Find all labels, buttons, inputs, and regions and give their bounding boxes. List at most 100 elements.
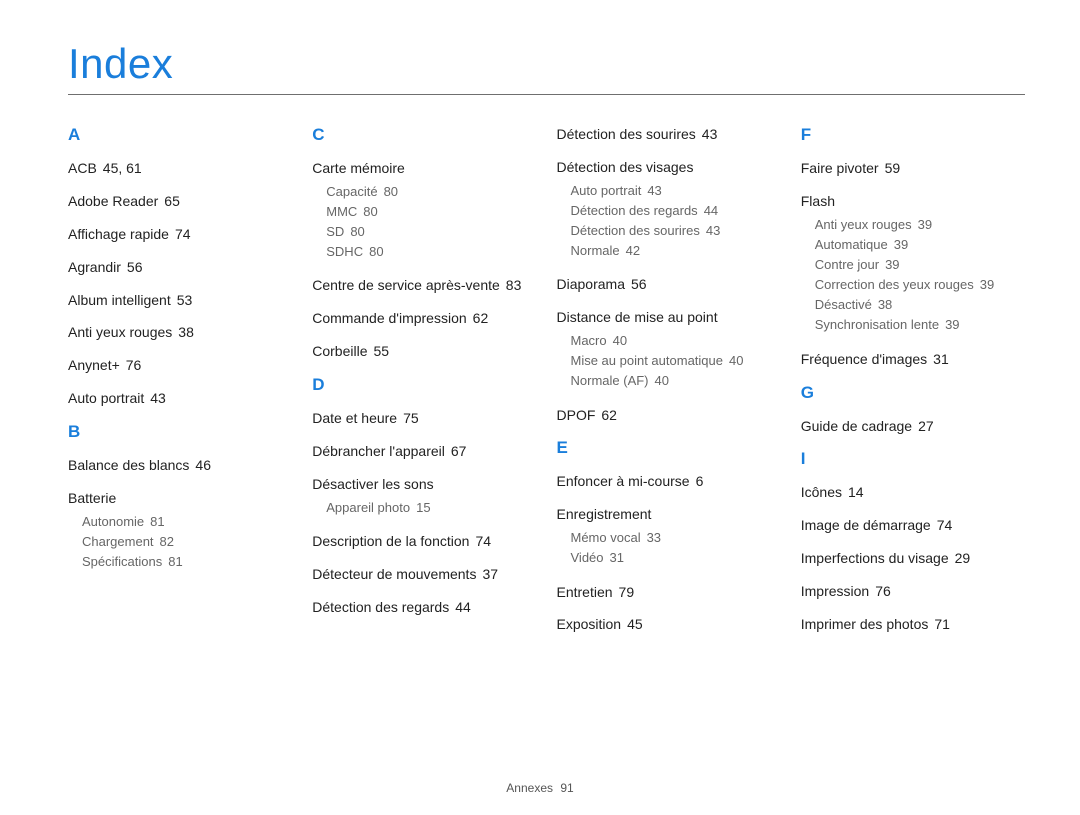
index-entry[interactable]: Icônes14 <box>801 483 1025 502</box>
index-entry[interactable]: Agrandir56 <box>68 258 292 277</box>
index-letter: F <box>801 125 1025 145</box>
index-entry[interactable]: Image de démarrage74 <box>801 516 1025 535</box>
footer-section: Annexes <box>506 781 553 795</box>
index-entry[interactable]: Auto portrait43 <box>68 389 292 408</box>
index-entry[interactable]: Batterie <box>68 489 292 508</box>
index-entry[interactable]: Enfoncer à mi-course6 <box>557 472 781 491</box>
entry-label: Anynet+ <box>68 357 120 373</box>
index-subentry[interactable]: Spécifications81 <box>82 552 292 572</box>
subentry-pages: 80 <box>350 224 364 239</box>
index-page: Index AACB45, 61Adobe Reader65Affichage … <box>0 0 1080 815</box>
index-entry[interactable]: Diaporama56 <box>557 275 781 294</box>
index-subentry[interactable]: Vidéo31 <box>571 548 781 568</box>
index-entry[interactable]: Impression76 <box>801 582 1025 601</box>
subentry-pages: 42 <box>626 243 640 258</box>
index-entry[interactable]: Centre de service après-vente83 <box>312 276 536 295</box>
index-entry[interactable]: Désactiver les sons <box>312 475 536 494</box>
index-entry[interactable]: Enregistrement <box>557 505 781 524</box>
index-entry[interactable]: Guide de cadrage27 <box>801 417 1025 436</box>
index-subentry[interactable]: SD80 <box>326 222 536 242</box>
index-entry[interactable]: Carte mémoire <box>312 159 536 178</box>
subentry-label: Chargement <box>82 534 154 549</box>
index-entry[interactable]: Faire pivoter59 <box>801 159 1025 178</box>
index-subentry[interactable]: Détection des sourires43 <box>571 221 781 241</box>
index-subentry[interactable]: Capacité80 <box>326 182 536 202</box>
index-subentry[interactable]: Normale (AF)40 <box>571 371 781 391</box>
entry-pages: 74 <box>475 533 491 549</box>
index-entry[interactable]: Fréquence d'images31 <box>801 350 1025 369</box>
index-subentry[interactable]: Chargement82 <box>82 532 292 552</box>
index-entry[interactable]: Exposition45 <box>557 615 781 634</box>
index-entry[interactable]: Commande d'impression62 <box>312 309 536 328</box>
index-entry[interactable]: Album intelligent53 <box>68 291 292 310</box>
index-entry[interactable]: Corbeille55 <box>312 342 536 361</box>
index-subentry[interactable]: Désactivé38 <box>815 295 1025 315</box>
entry-pages: 83 <box>506 277 522 293</box>
subentry-pages: 39 <box>945 317 959 332</box>
index-column: CCarte mémoireCapacité80MMC80SD80SDHC80C… <box>312 125 536 648</box>
subentry-label: Normale (AF) <box>571 373 649 388</box>
index-entry[interactable]: DPOF62 <box>557 406 781 425</box>
entry-label: Impression <box>801 583 869 599</box>
subentry-pages: 80 <box>384 184 398 199</box>
entry-label: Enregistrement <box>557 506 652 522</box>
index-subentry[interactable]: Correction des yeux rouges39 <box>815 275 1025 295</box>
subentry-pages: 39 <box>894 237 908 252</box>
index-subentry[interactable]: Normale 42 <box>571 241 781 261</box>
index-subentry[interactable]: Contre jour39 <box>815 255 1025 275</box>
entry-label: Entretien <box>557 584 613 600</box>
index-entry[interactable]: Imperfections du visage29 <box>801 549 1025 568</box>
index-subentry[interactable]: Autonomie81 <box>82 512 292 532</box>
index-entry[interactable]: Flash <box>801 192 1025 211</box>
entry-label: Image de démarrage <box>801 517 931 533</box>
index-entry[interactable]: Détection des regards44 <box>312 598 536 617</box>
entry-label: Imperfections du visage <box>801 550 949 566</box>
subentry-label: Contre jour <box>815 257 879 272</box>
index-subentry[interactable]: Anti yeux rouges39 <box>815 215 1025 235</box>
index-entry[interactable]: Détecteur de mouvements37 <box>312 565 536 584</box>
index-entry[interactable]: Détection des visages <box>557 158 781 177</box>
title-rule <box>68 94 1025 95</box>
subentry-label: Correction des yeux rouges <box>815 277 974 292</box>
entry-pages: 67 <box>451 443 467 459</box>
index-subentry[interactable]: Appareil photo15 <box>326 498 536 518</box>
index-subentry[interactable]: Automatique39 <box>815 235 1025 255</box>
subentry-pages: 39 <box>918 217 932 232</box>
index-subentry[interactable]: SDHC80 <box>326 242 536 262</box>
index-entry[interactable]: Balance des blancs46 <box>68 456 292 475</box>
subentry-pages: 33 <box>647 530 661 545</box>
index-entry[interactable]: Débrancher l'appareil67 <box>312 442 536 461</box>
index-entry[interactable]: Imprimer des photos71 <box>801 615 1025 634</box>
index-subentry[interactable]: Macro40 <box>571 331 781 351</box>
index-entry[interactable]: Description de la fonction74 <box>312 532 536 551</box>
index-subentry[interactable]: MMC80 <box>326 202 536 222</box>
entry-pages: 45, 61 <box>103 160 142 176</box>
index-letter: G <box>801 383 1025 403</box>
entry-pages: 6 <box>696 473 704 489</box>
subentry-label: Normale <box>571 243 620 258</box>
index-subentry[interactable]: Synchronisation lente39 <box>815 315 1025 335</box>
subentry-label: Désactivé <box>815 297 872 312</box>
index-subentry[interactable]: Mise au point automatique40 <box>571 351 781 371</box>
entry-label: Détecteur de mouvements <box>312 566 476 582</box>
index-entry[interactable]: Anynet+76 <box>68 356 292 375</box>
index-entry[interactable]: Entretien79 <box>557 583 781 602</box>
index-subentry[interactable]: Mémo vocal33 <box>571 528 781 548</box>
entry-pages: 75 <box>403 410 419 426</box>
index-entry[interactable]: Distance de mise au point <box>557 308 781 327</box>
subentry-label: Autonomie <box>82 514 144 529</box>
entry-label: Anti yeux rouges <box>68 324 172 340</box>
index-subentry[interactable]: Détection des regards44 <box>571 201 781 221</box>
entry-label: Batterie <box>68 490 116 506</box>
index-entry[interactable]: Affichage rapide74 <box>68 225 292 244</box>
index-column: AACB45, 61Adobe Reader65Affichage rapide… <box>68 125 292 648</box>
index-entry[interactable]: ACB45, 61 <box>68 159 292 178</box>
index-entry[interactable]: Date et heure75 <box>312 409 536 428</box>
index-columns: AACB45, 61Adobe Reader65Affichage rapide… <box>68 125 1025 648</box>
entry-pages: 43 <box>150 390 166 406</box>
subentry-label: Auto portrait <box>571 183 642 198</box>
index-subentry[interactable]: Auto portrait43 <box>571 181 781 201</box>
index-entry[interactable]: Anti yeux rouges38 <box>68 323 292 342</box>
index-entry[interactable]: Adobe Reader65 <box>68 192 292 211</box>
index-entry[interactable]: Détection des sourires43 <box>557 125 781 144</box>
